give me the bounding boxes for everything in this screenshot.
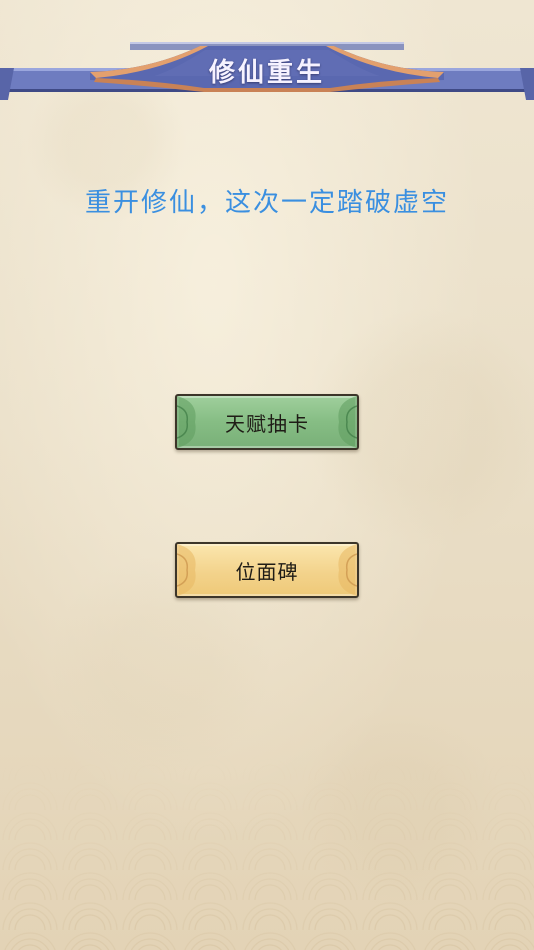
wave-pattern-decoration — [0, 750, 534, 950]
header-banner: 修仙重生 — [0, 0, 534, 110]
talent-draw-label: 天赋抽卡 — [225, 411, 309, 436]
page-title: 修仙重生 — [208, 58, 325, 88]
talent-draw-button[interactable]: 天赋抽卡 — [175, 394, 359, 450]
plane-monument-label: 位面碑 — [235, 559, 299, 584]
slogan-text: 重开修仙，这次一定踏破虚空 — [84, 188, 449, 218]
plane-monument-button[interactable]: 位面碑 — [175, 542, 359, 598]
